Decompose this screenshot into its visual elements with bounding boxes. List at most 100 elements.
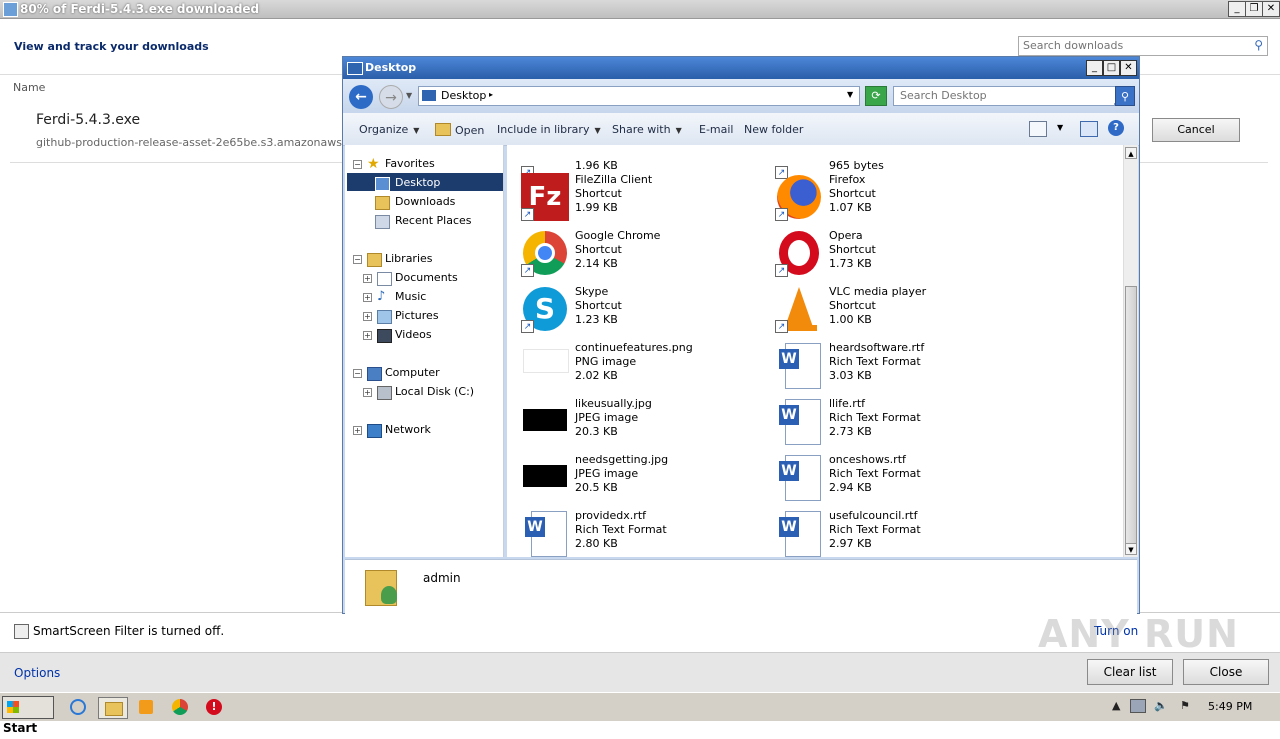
list-item[interactable]: Fz ↗ FileZilla Client Shortcut 1.99 KB xyxy=(507,173,757,229)
restore-button[interactable]: ❐ xyxy=(1245,1,1263,17)
file-size: 2.94 KB xyxy=(829,481,872,494)
list-item[interactable]: ↗ Opera Shortcut 1.73 KB xyxy=(761,229,1011,285)
word-document-icon: W xyxy=(775,397,823,445)
search-downloads-input[interactable] xyxy=(1019,37,1247,53)
address-dropdown-icon[interactable]: ▼ xyxy=(847,90,853,99)
email-button[interactable]: E-mail xyxy=(699,123,734,136)
breadcrumb-arrow-icon[interactable]: ▸ xyxy=(489,90,493,99)
organize-menu[interactable]: Organize ▼ xyxy=(359,123,419,136)
list-item[interactable]: ↗ VLC media player Shortcut 1.00 KB xyxy=(761,285,1011,341)
nav-libraries[interactable]: − Libraries xyxy=(345,250,503,268)
word-document-icon: W xyxy=(521,509,569,557)
name-column-header[interactable]: Name xyxy=(13,81,45,94)
list-item[interactable]: W llife.rtf Rich Text Format 2.73 KB xyxy=(761,397,1011,453)
nav-label: Libraries xyxy=(385,252,433,265)
search-icon[interactable]: ⚲ xyxy=(1254,38,1263,52)
maximize-button[interactable]: □ xyxy=(1103,60,1120,76)
row-divider xyxy=(1140,162,1268,163)
libraries-icon xyxy=(367,253,382,267)
view-dropdown-icon[interactable]: ▼ xyxy=(1057,123,1063,132)
list-item[interactable]: continuefeatures.png PNG image 2.02 KB xyxy=(507,341,757,397)
forward-button[interactable]: → xyxy=(379,85,403,109)
search-downloads-box[interactable]: ⚲ xyxy=(1018,36,1268,56)
list-item[interactable]: S ↗ Skype Shortcut 1.23 KB xyxy=(507,285,757,341)
chevron-down-icon: ▼ xyxy=(413,126,420,135)
expand-icon[interactable]: + xyxy=(363,331,372,340)
row-divider xyxy=(10,162,344,163)
nav-recent-places[interactable]: Recent Places xyxy=(345,212,503,230)
nav-desktop[interactable]: Desktop xyxy=(345,174,503,192)
back-button[interactable]: ← xyxy=(349,85,373,109)
action-center-flag-icon[interactable]: ⚑ xyxy=(1180,699,1190,712)
refresh-button[interactable]: ⟳ xyxy=(865,86,887,106)
scroll-thumb[interactable] xyxy=(1125,286,1137,544)
nav-label: Local Disk (C:) xyxy=(395,385,475,398)
list-item[interactable]: ↗ Google Chrome Shortcut 2.14 KB xyxy=(507,229,757,285)
list-item[interactable]: ↗ Firefox Shortcut 1.07 KB xyxy=(761,173,1011,229)
nav-local-disk[interactable]: + Local Disk (C:) xyxy=(345,383,503,401)
nav-videos[interactable]: + Videos xyxy=(345,326,503,344)
list-item[interactable]: W heardsoftware.rtf Rich Text Format 3.0… xyxy=(761,341,1011,397)
vertical-scrollbar[interactable]: ▲ ▼ xyxy=(1123,145,1138,557)
expand-icon[interactable]: + xyxy=(363,293,372,302)
media-player-icon[interactable] xyxy=(136,697,158,717)
include-in-library-menu[interactable]: Include in library ▼ xyxy=(497,123,601,136)
nav-pictures[interactable]: + Pictures xyxy=(345,307,503,325)
collapse-icon[interactable]: − xyxy=(353,369,362,378)
chrome-taskbar-icon[interactable] xyxy=(170,697,192,717)
videos-icon xyxy=(377,329,392,343)
show-hidden-icons-icon[interactable]: ▲ xyxy=(1112,699,1120,712)
options-link[interactable]: Options xyxy=(14,666,60,680)
list-item[interactable]: W usefulcouncil.rtf Rich Text Format 2.9… xyxy=(761,509,1011,557)
internet-explorer-icon[interactable] xyxy=(68,697,90,717)
list-item[interactable]: W onceshows.rtf Rich Text Format 2.94 KB xyxy=(761,453,1011,509)
address-box[interactable]: Desktop ▸ ▼ xyxy=(418,86,860,106)
search-desktop-input[interactable] xyxy=(894,87,1116,103)
nav-label: Network xyxy=(385,423,431,436)
close-button[interactable]: Close xyxy=(1183,659,1269,685)
explorer-window: Desktop _ □ ✕ ← → ▼ Desktop ▸ ▼ ⟳ ⚲ Orga… xyxy=(342,56,1140,614)
window-title: 80% of Ferdi-5.4.3.exe downloaded xyxy=(20,2,260,16)
list-item[interactable]: likeusually.jpg JPEG image 20.3 KB xyxy=(507,397,757,453)
list-item[interactable]: W providedx.rtf Rich Text Format 2.80 KB xyxy=(507,509,757,557)
preview-pane-icon[interactable] xyxy=(1080,121,1098,137)
nav-downloads[interactable]: Downloads xyxy=(345,193,503,211)
minimize-button[interactable]: _ xyxy=(1086,60,1103,76)
file-name: Google Chrome xyxy=(575,229,661,242)
address-breadcrumb[interactable]: Desktop xyxy=(441,89,486,102)
minimize-button[interactable]: _ xyxy=(1228,1,1246,17)
expand-icon[interactable]: + xyxy=(363,312,372,321)
expand-icon[interactable]: + xyxy=(353,426,362,435)
collapse-icon[interactable]: − xyxy=(353,160,362,169)
nav-computer[interactable]: − Computer xyxy=(345,364,503,382)
file-name: onceshows.rtf xyxy=(829,453,906,466)
share-with-menu[interactable]: Share with ▼ xyxy=(612,123,682,136)
expand-icon[interactable]: + xyxy=(363,388,372,397)
nav-favorites[interactable]: − ★ Favorites xyxy=(345,155,503,173)
close-window-button[interactable]: ✕ xyxy=(1120,60,1137,76)
close-window-button[interactable]: ✕ xyxy=(1262,1,1280,17)
search-icon[interactable]: ⚲ xyxy=(1115,86,1135,106)
nav-music[interactable]: + ♪ Music xyxy=(345,288,503,306)
network-tray-icon[interactable] xyxy=(1130,699,1146,713)
new-folder-button[interactable]: New folder xyxy=(744,123,803,136)
search-desktop-box[interactable] xyxy=(893,86,1116,106)
nav-network[interactable]: + Network xyxy=(345,421,503,439)
clock[interactable]: 5:49 PM xyxy=(1208,700,1252,713)
start-button[interactable]: Start xyxy=(2,696,54,735)
expand-icon[interactable]: + xyxy=(363,274,372,283)
scroll-down-icon[interactable]: ▼ xyxy=(1125,543,1137,555)
warning-taskbar-icon[interactable]: ! xyxy=(204,697,226,717)
cancel-download-button[interactable]: Cancel xyxy=(1152,118,1240,142)
explorer-taskbar-icon[interactable] xyxy=(98,697,128,719)
collapse-icon[interactable]: − xyxy=(353,255,362,264)
help-icon[interactable]: ? xyxy=(1108,120,1124,136)
volume-icon[interactable]: 🔈 xyxy=(1154,699,1168,712)
view-options-icon[interactable] xyxy=(1029,121,1047,137)
history-dropdown-icon[interactable]: ▼ xyxy=(406,91,412,100)
open-button[interactable]: Open xyxy=(435,123,484,137)
list-item[interactable]: needsgetting.jpg JPEG image 20.5 KB xyxy=(507,453,757,509)
nav-documents[interactable]: + Documents xyxy=(345,269,503,287)
scroll-up-icon[interactable]: ▲ xyxy=(1125,147,1137,159)
clear-list-button[interactable]: Clear list xyxy=(1087,659,1173,685)
